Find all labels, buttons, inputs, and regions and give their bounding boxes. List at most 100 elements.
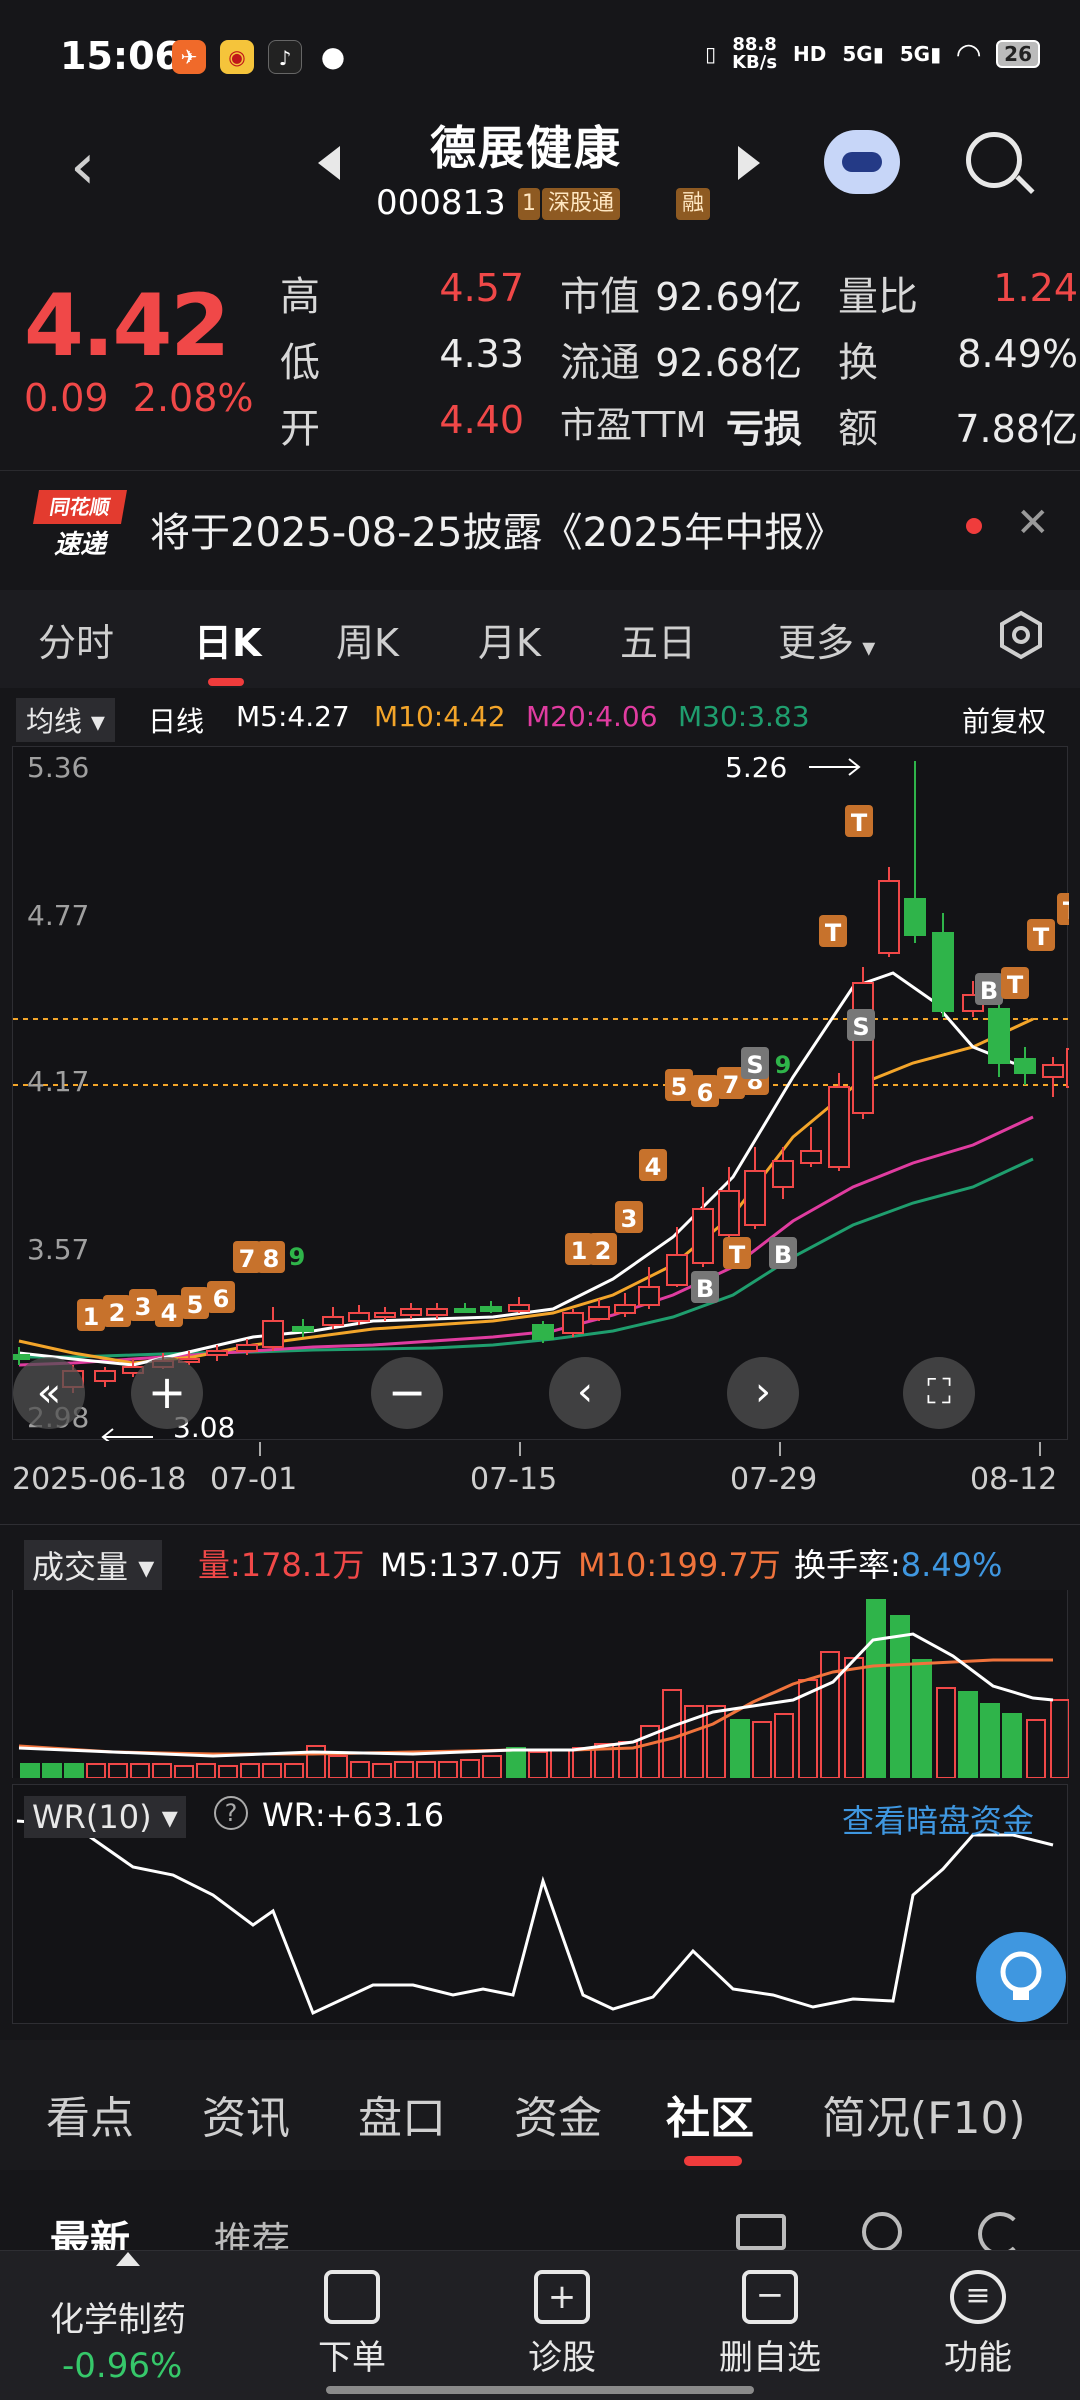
ma5-value: M5:4.27 — [236, 700, 350, 733]
tab-community[interactable]: 社区 — [666, 2082, 754, 2146]
volume-bar — [284, 1763, 304, 1778]
turnover-value: 8.49% — [957, 332, 1078, 376]
zoom-out-icon[interactable]: − — [371, 1357, 443, 1429]
volume-value: 量:178.1万 — [198, 1546, 365, 1584]
candle-body — [828, 1086, 850, 1168]
candle-body — [614, 1304, 636, 1314]
order-button[interactable]: 下单 — [272, 2270, 432, 2379]
dark-pool-link[interactable]: 查看暗盘资金 — [842, 1796, 1034, 1842]
ma10-value: M10:4.42 — [374, 700, 506, 733]
svg-text:T: T — [1007, 971, 1024, 999]
candle-body — [904, 898, 926, 936]
close-icon[interactable]: ✕ — [1016, 500, 1050, 546]
status-icons: ▯ 88.8 KB/s HD 5G▮ 5G▮ ◠ 26 — [705, 36, 1040, 72]
svg-text:4: 4 — [645, 1153, 662, 1181]
ths-express-logo: 同花顺 速递 — [33, 490, 127, 566]
sector-name[interactable]: 化学制药 — [50, 2292, 186, 2341]
candle-body — [374, 1312, 396, 1318]
tab-news[interactable]: 资讯 — [202, 2082, 290, 2146]
remove-watchlist-button[interactable]: − 删自选 — [690, 2270, 850, 2379]
candle-body — [932, 932, 954, 1012]
signal-marker-number: 6 — [691, 1075, 719, 1107]
wifi-icon: ◠ — [957, 36, 981, 72]
hd-icon: HD — [793, 42, 827, 66]
signal-marker-letter: S — [847, 1009, 875, 1041]
ma20-line — [18, 1115, 1034, 1367]
tab-monthly-k[interactable]: 月K — [478, 612, 541, 667]
tab-weekly-k[interactable]: 周K — [336, 612, 399, 667]
stock-code: 000813 — [376, 183, 506, 223]
tag-margin: 融 — [676, 188, 711, 220]
kline-chart[interactable]: 5.36 4.77 4.17 3.57 2.98 5.26 3.08 12345… — [12, 746, 1069, 1441]
signal-marker-number: 3 — [615, 1201, 643, 1233]
svg-text:8: 8 — [263, 1245, 280, 1273]
signal-marker-letter: T — [723, 1237, 751, 1269]
ma-selector[interactable]: 均线 ▾ — [16, 698, 115, 742]
volume-bar — [844, 1657, 864, 1778]
candle-body — [562, 1312, 584, 1334]
svg-text:7: 7 — [723, 1071, 740, 1099]
amount-label: 额 — [838, 406, 878, 452]
tab-capital[interactable]: 资金 — [514, 2082, 602, 2146]
candle-body — [692, 1208, 714, 1264]
signal-marker-letter: B — [691, 1271, 719, 1303]
rewind-icon[interactable]: « — [13, 1357, 85, 1429]
tab-intraday[interactable]: 分时 — [38, 612, 114, 667]
amount-value: 7.88亿 — [955, 407, 1078, 451]
volume-selector[interactable]: 成交量 ▾ — [24, 1540, 163, 1590]
tab-more[interactable]: 更多 ▾ — [778, 612, 875, 667]
svg-text:S: S — [852, 1013, 869, 1041]
weibo-notification-icon: ◉ — [220, 40, 254, 74]
tab-orderbook[interactable]: 盘口 — [358, 2082, 446, 2146]
lightbulb-icon[interactable] — [976, 1932, 1066, 2022]
scroll-right-icon[interactable]: › — [727, 1357, 799, 1429]
volume-m5: M5:137.0万 — [380, 1546, 563, 1584]
mail-icon[interactable] — [736, 2214, 786, 2250]
fullscreen-icon[interactable]: ⛶ — [903, 1357, 975, 1429]
settings-icon[interactable] — [996, 610, 1046, 660]
search-icon[interactable] — [966, 132, 1022, 188]
zoom-in-icon[interactable]: + — [131, 1357, 203, 1429]
wr-selector[interactable]: WR(10) ▾ — [24, 1796, 186, 1838]
home-indicator[interactable] — [326, 2386, 754, 2394]
signal-marker-letter: S — [741, 1047, 769, 1079]
candle-body — [638, 1286, 660, 1306]
volume-bar — [482, 1755, 502, 1778]
tab-daily-k[interactable]: 日K — [194, 612, 261, 667]
news-text[interactable]: 将于2025-08-25披露《2025年中报》 — [150, 500, 844, 558]
adjust-mode[interactable]: 前复权 — [962, 700, 1046, 740]
volume-chart[interactable] — [12, 1590, 1069, 1778]
volume-ratio-value: 1.24 — [993, 266, 1078, 310]
volume-bar — [912, 1659, 932, 1778]
volume-bar — [730, 1719, 750, 1778]
user-icon[interactable] — [862, 2212, 902, 2252]
help-icon[interactable]: ? — [214, 1796, 248, 1830]
candle-body — [426, 1308, 448, 1316]
ma20-value: M20:4.06 — [526, 700, 658, 733]
tab-highlights[interactable]: 看点 — [46, 2082, 134, 2146]
candle-body — [1042, 1064, 1064, 1078]
functions-button[interactable]: ≡ 功能 — [898, 2270, 1058, 2379]
tab-f10[interactable]: 简况(F10) — [822, 2082, 1026, 2146]
scroll-left-icon[interactable]: ‹ — [549, 1357, 621, 1429]
candle-body — [348, 1312, 370, 1322]
diagnose-button[interactable]: + 诊股 — [482, 2270, 642, 2379]
back-button[interactable]: ‹ — [70, 130, 96, 204]
volume-bar — [152, 1763, 172, 1778]
svg-text:B: B — [980, 977, 998, 1005]
signal-marker-number: 9 — [289, 1243, 306, 1271]
signal-marker-number: 8 — [257, 1241, 285, 1273]
unread-dot — [966, 518, 982, 534]
signal-marker-number: 4 — [639, 1149, 667, 1181]
open-label: 开 — [280, 406, 320, 452]
prev-stock-button[interactable] — [318, 146, 340, 180]
mcap-label: 市值 — [560, 274, 640, 320]
y-label-top: 5.36 — [27, 751, 89, 784]
candle-body — [988, 1008, 1010, 1064]
x-label-0729: 07-29 — [730, 1462, 818, 1497]
next-stock-button[interactable] — [738, 146, 760, 180]
status-time: 15:06 — [60, 34, 181, 78]
active-tab-indicator — [684, 2156, 742, 2166]
tab-five-day[interactable]: 五日 — [620, 612, 696, 667]
candle-body — [13, 1354, 30, 1360]
